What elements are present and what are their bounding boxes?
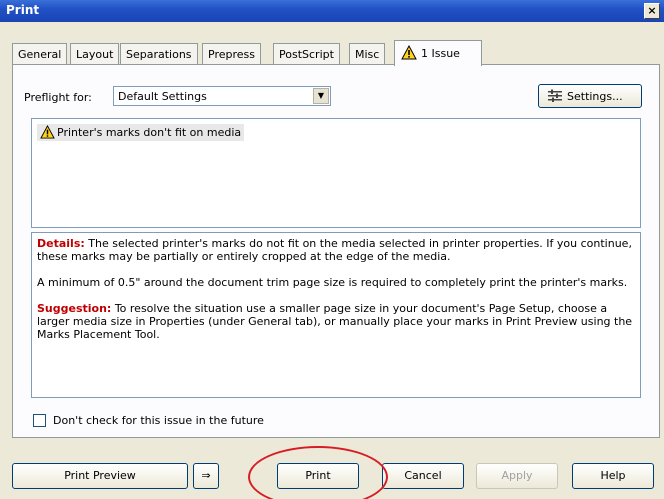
tab-postscript[interactable]: PostScript — [273, 43, 340, 65]
tab-prepress[interactable]: Prepress — [202, 43, 261, 65]
warning-icon — [401, 45, 417, 60]
preflight-selected-value: Default Settings — [118, 90, 207, 103]
help-button[interactable]: Help — [572, 463, 654, 489]
window-title: Print — [6, 3, 40, 17]
apply-button[interactable]: Apply — [476, 463, 558, 489]
settings-button-label: Settings... — [567, 90, 623, 103]
settings-icon — [548, 89, 562, 102]
preflight-label: Preflight for: — [24, 91, 92, 104]
warning-icon — [40, 125, 55, 139]
close-button[interactable]: × — [644, 3, 660, 19]
suggestion-text: To resolve the situation use a smaller p… — [37, 302, 633, 341]
suggestion-paragraph: Suggestion: To resolve the situation use… — [37, 302, 635, 341]
tab-misc[interactable]: Misc — [349, 43, 386, 65]
settings-button[interactable]: Settings... — [538, 84, 642, 108]
issue-item[interactable]: Printer's marks don't fit on media — [37, 124, 245, 141]
close-icon: × — [647, 4, 657, 17]
details-paragraph: Details: The selected printer's marks do… — [37, 237, 635, 263]
issue-item-text: Printer's marks don't fit on media — [57, 126, 242, 139]
toggle-preview-button[interactable]: ⇒ — [193, 463, 219, 489]
tab-general[interactable]: General — [12, 43, 68, 65]
requirement-paragraph: A minimum of 0.5" around the document tr… — [37, 276, 628, 289]
issue-list[interactable]: Printer's marks don't fit on media — [31, 118, 641, 228]
cancel-button[interactable]: Cancel — [382, 463, 464, 489]
title-bar: Print × — [0, 0, 664, 22]
print-button[interactable]: Print — [277, 463, 359, 489]
tab-issues-label: 1 Issue — [421, 47, 460, 60]
details-box: Details: The selected printer's marks do… — [31, 232, 641, 398]
arrow-right-icon: ⇒ — [201, 469, 211, 482]
details-text: The selected printer's marks do not fit … — [37, 237, 632, 263]
chevron-down-icon[interactable]: ▼ — [313, 88, 329, 104]
suggestion-label: Suggestion: — [37, 302, 112, 315]
preflight-select[interactable]: Default Settings ▼ — [113, 86, 331, 106]
dont-check-label[interactable]: Don't check for this issue in the future — [53, 414, 264, 427]
print-preview-button[interactable]: Print Preview — [12, 463, 188, 489]
tab-layout[interactable]: Layout — [70, 43, 120, 65]
tab-separations[interactable]: Separations — [120, 43, 198, 65]
tab-issues[interactable]: 1 Issue — [394, 40, 482, 66]
details-label: Details: — [37, 237, 85, 250]
dont-check-checkbox[interactable] — [33, 414, 46, 427]
